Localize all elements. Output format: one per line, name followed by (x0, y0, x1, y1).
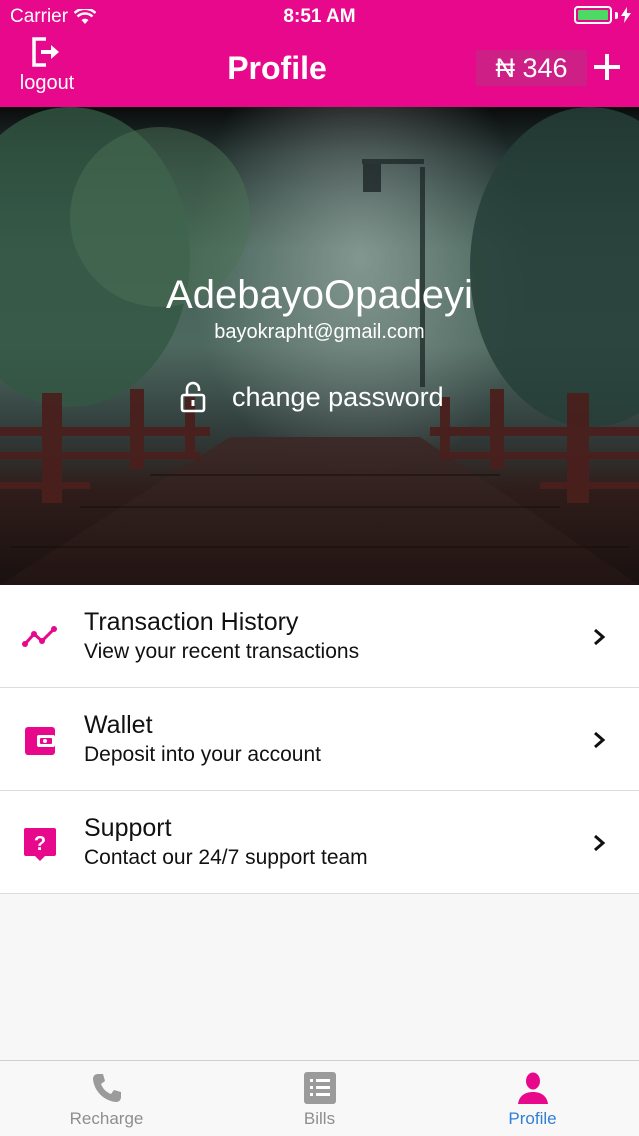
status-time: 8:51 AM (283, 6, 356, 27)
list-icon (303, 1072, 336, 1104)
profile-email: bayokrapht@gmail.com (214, 321, 425, 343)
trend-chart-icon (22, 626, 57, 647)
menu-item-transaction-history[interactable]: Transaction History View your recent tra… (0, 585, 639, 688)
wallet-balance-badge[interactable]: ₦ 346 (476, 50, 587, 86)
profile-menu: Transaction History View your recent tra… (0, 585, 639, 894)
profile-cover: AdebayoOpadeyi bayokrapht@gmail.com chan… (0, 107, 639, 585)
cover-image (0, 107, 639, 585)
menu-item-title: Wallet (84, 711, 153, 739)
navigation-bar: logout Profile ₦ 346 (0, 34, 639, 106)
tab-label: Bills (303, 1109, 336, 1128)
tab-recharge[interactable]: Recharge (0, 1061, 213, 1136)
tab-label: Profile (508, 1109, 557, 1128)
menu-item-title: Transaction History (84, 608, 299, 636)
battery-icon (574, 6, 631, 24)
change-password-button[interactable]: change password (180, 377, 444, 417)
status-bar: Carrier 8:51 AM (0, 0, 639, 34)
menu-item-support[interactable]: ? Support Contact our 24/7 support team (0, 791, 639, 894)
top-bar: Carrier 8:51 AM logout Profile ₦ 346 (0, 0, 639, 107)
person-icon (517, 1072, 548, 1104)
menu-item-subtitle: View your recent transactions (84, 640, 360, 663)
add-funds-button[interactable] (594, 54, 620, 80)
tab-label: Recharge (69, 1109, 144, 1128)
menu-item-title: Support (84, 814, 172, 842)
page-title: Profile (227, 50, 327, 86)
svg-text:?: ? (34, 833, 46, 855)
wallet-icon (25, 727, 55, 755)
phone-icon (92, 1074, 121, 1102)
chevron-right-icon (594, 628, 606, 646)
profile-name: AdebayoOpadeyi (166, 273, 473, 317)
menu-item-subtitle: Contact our 24/7 support team (84, 846, 368, 869)
change-password-label: change password (232, 381, 444, 412)
tab-bar: Recharge Bills Profile (0, 1060, 639, 1136)
tab-bills[interactable]: Bills (213, 1061, 426, 1136)
chevron-right-icon (594, 834, 606, 852)
menu-item-wallet[interactable]: Wallet Deposit into your account (0, 688, 639, 791)
charging-bolt-icon (621, 7, 631, 23)
menu-item-subtitle: Deposit into your account (84, 743, 321, 766)
help-chat-icon: ? (24, 828, 56, 861)
chevron-right-icon (594, 731, 606, 749)
tab-profile[interactable]: Profile (426, 1061, 639, 1136)
lock-icon (180, 381, 206, 413)
